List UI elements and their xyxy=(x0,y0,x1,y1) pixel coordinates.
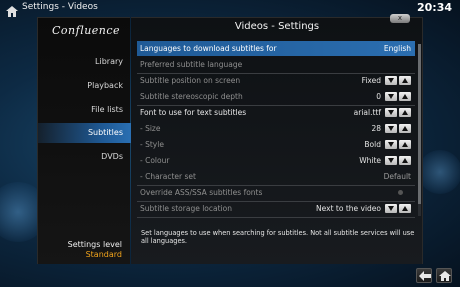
close-button[interactable]: x xyxy=(390,14,410,23)
arrow-down-icon[interactable] xyxy=(385,140,397,149)
setting-value: English xyxy=(383,44,411,53)
settings-level-button[interactable]: Standard xyxy=(86,250,122,259)
setting-value: Default xyxy=(383,172,411,181)
arrow-down-icon[interactable] xyxy=(385,76,397,85)
setting-value: 28 xyxy=(371,124,381,133)
sidebar-item-library[interactable]: Library xyxy=(38,52,131,72)
setting-value: arial.ttf xyxy=(353,108,381,117)
scrollbar-thumb[interactable] xyxy=(418,44,421,204)
sidebar-item-subtitles[interactable]: Subtitles xyxy=(38,123,131,143)
setting-row-subtitle-position[interactable]: Subtitle position on screen Fixed xyxy=(137,73,415,88)
arrow-down-icon[interactable] xyxy=(385,124,397,133)
arrow-up-icon[interactable] xyxy=(399,140,411,149)
setting-label: Languages to download subtitles for xyxy=(140,44,277,53)
sidebar-item-playback[interactable]: Playback xyxy=(38,76,131,96)
spinner-control xyxy=(385,156,411,165)
setting-row-languages[interactable]: Languages to download subtitles for Engl… xyxy=(137,41,415,56)
setting-description: Set languages to use when searching for … xyxy=(141,229,415,245)
skin-logo: Confluence xyxy=(52,24,121,37)
setting-value: Next to the video xyxy=(316,204,381,213)
sidebar-item-file-lists[interactable]: File lists xyxy=(38,100,131,120)
setting-label: - Character set xyxy=(140,172,196,181)
clock: 20:34 xyxy=(416,1,452,14)
setting-value: Bold xyxy=(364,140,381,149)
setting-label: - Style xyxy=(140,140,164,149)
setting-row-colour[interactable]: - Colour White xyxy=(137,153,415,168)
setting-label: Subtitle storage location xyxy=(140,204,232,213)
radio-toggle-icon[interactable] xyxy=(398,190,403,195)
sidebar-item-dvds[interactable]: DVDs xyxy=(38,147,131,167)
divider xyxy=(137,217,415,218)
setting-label: Subtitle stereoscopic depth xyxy=(140,92,243,101)
setting-row-override-ass-fonts[interactable]: Override ASS/SSA subtitles fonts xyxy=(137,185,415,200)
setting-row-font[interactable]: Font to use for text subtitles arial.ttf xyxy=(137,105,415,120)
panel-title: Videos - Settings xyxy=(234,21,320,32)
setting-value: Fixed xyxy=(361,76,381,85)
spinner-control xyxy=(385,204,411,213)
background-bokeh xyxy=(418,150,460,194)
setting-label: - Size xyxy=(140,124,161,133)
back-icon[interactable] xyxy=(416,268,432,283)
setting-value: 0 xyxy=(376,92,381,101)
home-button-icon[interactable] xyxy=(436,268,452,283)
arrow-down-icon[interactable] xyxy=(385,92,397,101)
setting-row-stereoscopic-depth[interactable]: Subtitle stereoscopic depth 0 xyxy=(137,89,415,104)
scrollbar[interactable] xyxy=(418,44,421,216)
arrow-up-icon[interactable] xyxy=(399,92,411,101)
setting-row-storage-location[interactable]: Subtitle storage location Next to the vi… xyxy=(137,201,415,216)
spinner-control xyxy=(385,124,411,133)
arrow-down-icon[interactable] xyxy=(385,108,397,117)
arrow-up-icon[interactable] xyxy=(399,204,411,213)
setting-label: Subtitle position on screen xyxy=(140,76,241,85)
breadcrumb: Settings - Videos xyxy=(22,2,98,12)
arrow-up-icon[interactable] xyxy=(399,76,411,85)
category-sidebar: Confluence Library Playback File lists S… xyxy=(37,17,131,264)
arrow-down-icon[interactable] xyxy=(385,156,397,165)
setting-row-style[interactable]: - Style Bold xyxy=(137,137,415,152)
bottom-nav xyxy=(416,268,456,284)
setting-label: Override ASS/SSA subtitles fonts xyxy=(140,188,263,197)
setting-row-size[interactable]: - Size 28 xyxy=(137,121,415,136)
home-icon xyxy=(6,2,18,17)
setting-row-preferred-language[interactable]: Preferred subtitle language xyxy=(137,57,415,72)
setting-label: - Colour xyxy=(140,156,170,165)
spinner-control xyxy=(385,92,411,101)
settings-panel: Videos - Settings Languages to download … xyxy=(131,17,423,264)
setting-value: White xyxy=(359,156,381,165)
setting-label: Preferred subtitle language xyxy=(140,60,243,69)
spinner-control xyxy=(385,108,411,117)
settings-level-label: Settings level xyxy=(67,240,122,249)
setting-label: Font to use for text subtitles xyxy=(140,108,247,117)
spinner-control xyxy=(385,76,411,85)
arrow-up-icon[interactable] xyxy=(399,108,411,117)
setting-row-character-set[interactable]: - Character set Default xyxy=(137,169,415,184)
arrow-up-icon[interactable] xyxy=(399,124,411,133)
arrow-down-icon[interactable] xyxy=(385,204,397,213)
spinner-control xyxy=(385,140,411,149)
arrow-up-icon[interactable] xyxy=(399,156,411,165)
